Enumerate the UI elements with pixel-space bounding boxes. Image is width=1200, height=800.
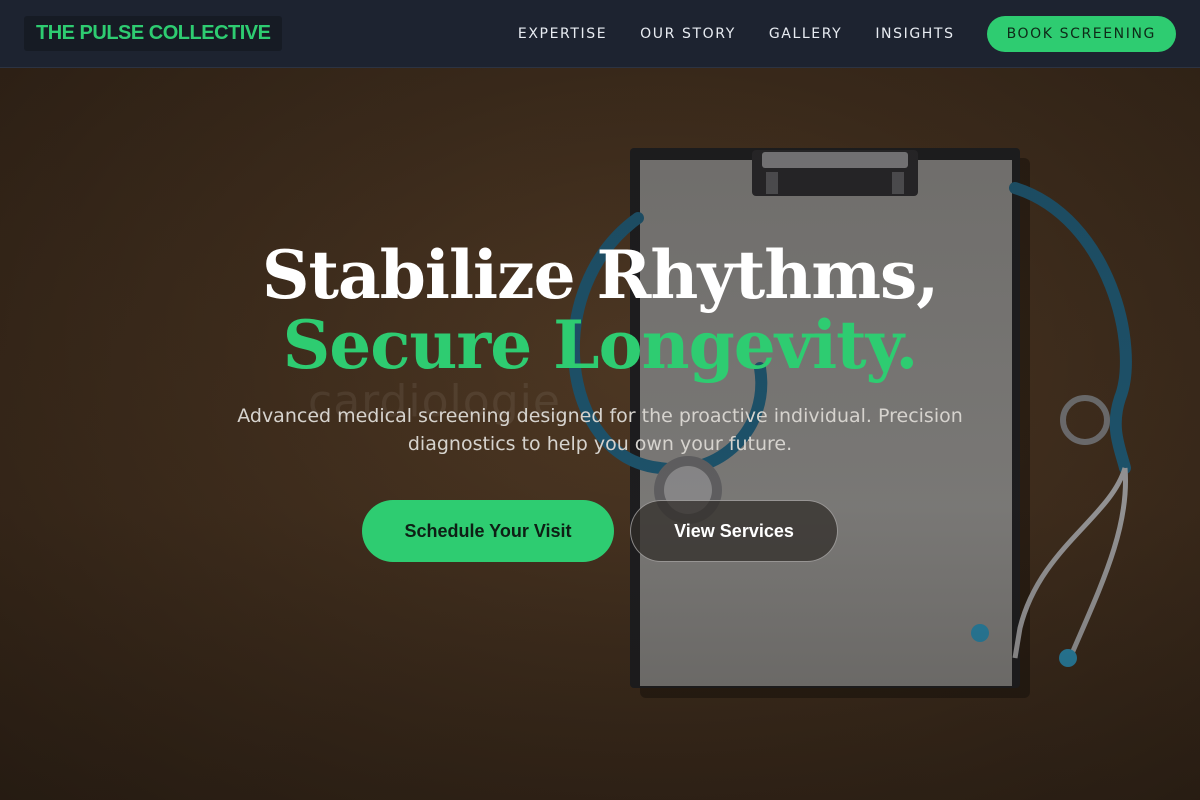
nav-link-gallery[interactable]: GALLERY xyxy=(769,26,842,42)
book-screening-button[interactable]: BOOK SCREENING xyxy=(986,15,1176,52)
hero-headline-line1: Stabilize Rhythms, xyxy=(261,236,939,314)
hero-headline: Stabilize Rhythms, Secure Longevity. xyxy=(0,240,1200,380)
nav-link-our-story[interactable]: OUR STORY xyxy=(640,26,736,42)
view-services-button[interactable]: View Services xyxy=(630,500,838,562)
schedule-visit-button[interactable]: Schedule Your Visit xyxy=(362,500,614,562)
hero-content: Stabilize Rhythms, Secure Longevity. Adv… xyxy=(0,240,1200,562)
nav-link-expertise[interactable]: EXPERTISE xyxy=(518,26,607,42)
top-navigation-bar: THE PULSE COLLECTIVE EXPERTISE OUR STORY… xyxy=(0,0,1200,68)
hero-headline-line2: Secure Longevity. xyxy=(282,306,919,384)
nav-links: EXPERTISE OUR STORY GALLERY INSIGHTS BOO… xyxy=(485,15,1176,52)
nav-link-insights[interactable]: INSIGHTS xyxy=(875,26,954,42)
hero-cta-row: Schedule Your Visit View Services xyxy=(0,500,1200,562)
hero-section: cardiologie Stabilize Rhythms, Secure Lo… xyxy=(0,68,1200,800)
brand-logo[interactable]: THE PULSE COLLECTIVE xyxy=(24,16,283,51)
hero-subheadline: Advanced medical screening designed for … xyxy=(237,405,963,455)
